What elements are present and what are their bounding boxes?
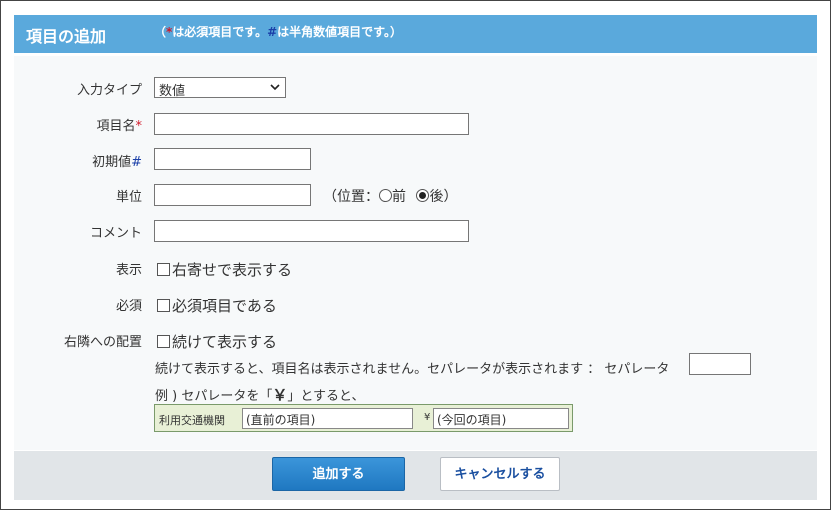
initial-value-input[interactable]: [154, 148, 311, 170]
initial-value-label-text: 初期値: [92, 155, 132, 170]
adjacent-label: 右隣への配置: [63, 335, 142, 350]
example-current-field: (今回の項目): [433, 408, 569, 429]
comment-label: コメント: [89, 226, 142, 241]
unit-label: 単位: [115, 190, 142, 205]
item-name-input[interactable]: [154, 113, 469, 135]
legend-open-paren: （: [154, 25, 167, 39]
input-type-value: 数値: [159, 84, 186, 99]
continue-display-option[interactable]: 続けて表示する: [157, 331, 277, 352]
item-name-label: 項目名*: [14, 115, 142, 134]
separator-example-preview: 利用交通機関 (直前の項目) ¥ (今回の項目): [154, 404, 573, 432]
input-type-select[interactable]: 数値: [154, 77, 286, 99]
page-title: 項目の追加: [26, 27, 107, 46]
numeric-mark: #: [131, 155, 142, 170]
right-align-option[interactable]: 右寄せで表示する: [157, 259, 292, 280]
unit-position-before-label[interactable]: 前: [392, 189, 406, 205]
separator-help-text: 続けて表示すると、項目名は表示されません。セパレータが表示されます ： セパレー…: [155, 362, 670, 377]
numeric-mark: #: [267, 25, 278, 39]
right-align-label: 右寄せで表示する: [172, 261, 293, 279]
unit-position-after-radio[interactable]: [416, 189, 430, 202]
required-option[interactable]: 必須項目である: [157, 295, 277, 316]
separator-input[interactable]: [689, 353, 751, 375]
example-text: 例 ) セパレータを「￥」とすると、: [155, 384, 364, 405]
unit-position-after-label[interactable]: 後: [429, 189, 443, 205]
unit-position-label: （位置：: [323, 189, 379, 205]
continue-display-label: 続けて表示する: [172, 333, 278, 351]
example-symbol: ￥: [272, 386, 288, 404]
example-label: 利用交通機関: [159, 414, 225, 427]
cancel-button[interactable]: キャンセルする: [440, 457, 560, 491]
required-note: は必須項目です。: [172, 25, 268, 39]
add-button[interactable]: 追加する: [272, 457, 405, 491]
right-align-checkbox[interactable]: [157, 263, 170, 276]
button-bar: [14, 451, 817, 500]
required-checkbox-label: 必須項目である: [172, 297, 277, 315]
display-label: 表示: [115, 263, 142, 278]
unit-position-before-radio[interactable]: [379, 189, 392, 202]
input-type-label: 入力タイプ: [76, 83, 142, 98]
required-label: 必須: [115, 299, 142, 314]
example-prefix: 例 ) セパレータを「: [155, 389, 273, 404]
example-previous-field: (直前の項目): [242, 408, 413, 429]
unit-position-group: （位置： 前 後）: [323, 186, 457, 206]
numeric-note: は半角数値項目です。）: [277, 25, 402, 39]
required-legend: （*は必須項目です。#は半角数値項目です。）: [154, 23, 402, 40]
chevron-down-icon: [270, 84, 280, 91]
required-mark: *: [135, 119, 143, 134]
required-checkbox[interactable]: [157, 299, 170, 312]
initial-value-label: 初期値#: [14, 151, 142, 170]
unit-position-close: ）: [443, 189, 458, 205]
example-suffix: 」とすると、: [287, 389, 365, 404]
example-yen: ¥: [424, 412, 431, 423]
continue-display-checkbox[interactable]: [157, 335, 170, 348]
item-name-label-text: 項目名: [96, 119, 136, 134]
dialog-header: 項目の追加 （*は必須項目です。#は半角数値項目です。）: [14, 15, 817, 53]
unit-input[interactable]: [154, 184, 311, 206]
comment-input[interactable]: [154, 220, 469, 242]
